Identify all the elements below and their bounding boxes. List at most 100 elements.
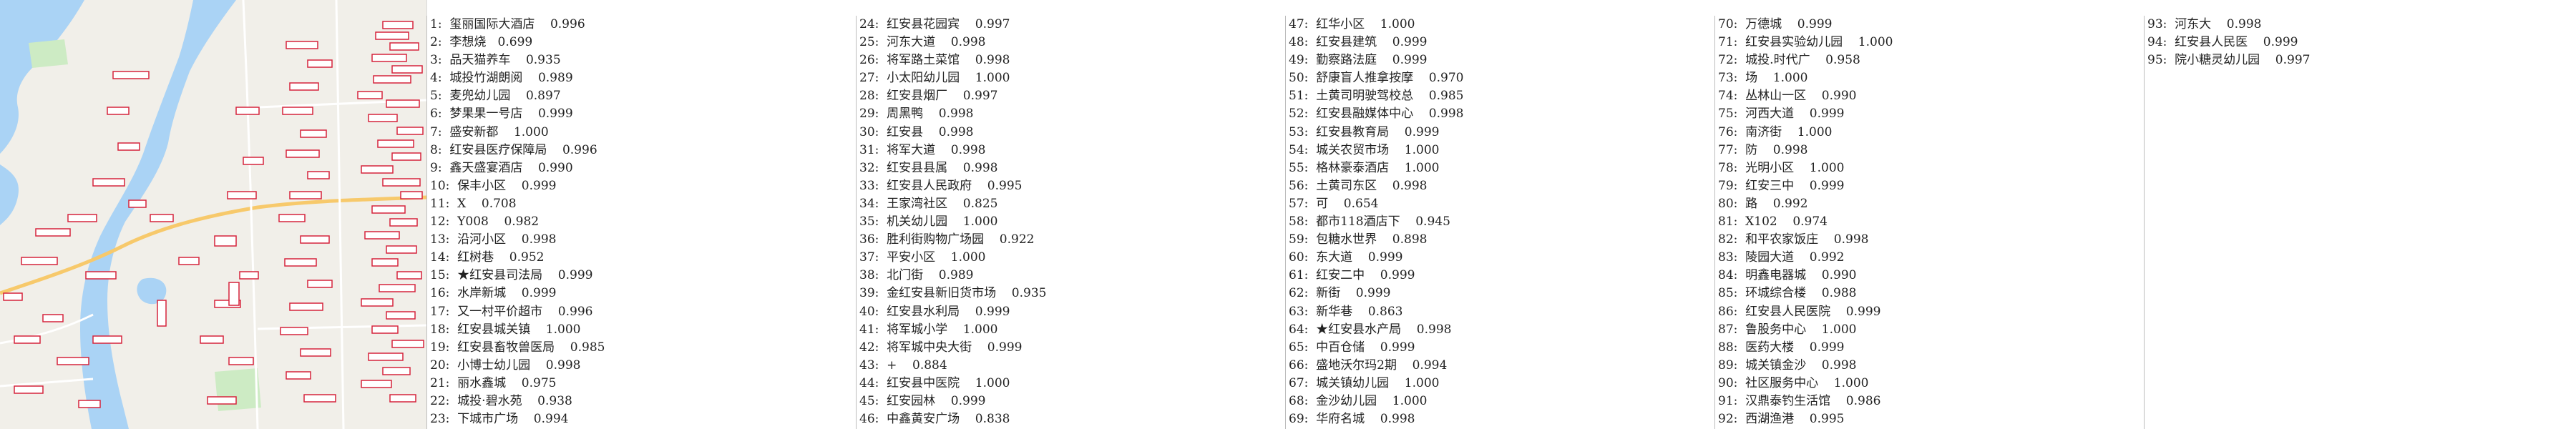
result-row: 90: 社区服务中心 1.000 <box>1718 375 1869 390</box>
result-row: 41: 将军城小学 1.000 <box>859 322 998 337</box>
result-row: 69: 华府名城 0.998 <box>1289 412 1415 427</box>
detection-box <box>386 311 416 320</box>
result-row: 13: 沿河小区 0.998 <box>430 232 557 247</box>
result-row: 45: 红安园林 0.999 <box>859 393 986 408</box>
result-row: 87: 鲁股务中心 1.000 <box>1718 322 1857 337</box>
result-row: 70: 万德城 0.999 <box>1718 17 1833 31</box>
detection-box <box>368 114 398 122</box>
detection-box <box>364 231 400 240</box>
result-row: 61: 红安二中 0.999 <box>1289 268 1415 283</box>
detection-box <box>35 228 71 237</box>
detection-box <box>21 257 58 265</box>
result-row: 78: 光明小区 1.000 <box>1718 160 1845 175</box>
result-row: 48: 红安县建筑 0.999 <box>1289 35 1428 50</box>
detection-box <box>85 271 117 280</box>
result-row: 58: 都市118酒店下 0.945 <box>1289 214 1450 230</box>
result-row: 20: 小博士幼儿园 0.998 <box>430 358 581 373</box>
detection-box <box>389 394 416 403</box>
result-row: 34: 王家湾社区 0.825 <box>859 196 998 211</box>
result-row: 3: 品天猫养车 0.935 <box>430 53 561 68</box>
detection-box <box>371 258 399 267</box>
detection-box <box>389 218 418 227</box>
detection-box <box>361 298 394 307</box>
detection-box <box>377 139 414 148</box>
result-row: 21: 丽水鑫城 0.975 <box>430 375 557 390</box>
result-row: 19: 红安县畜牧兽医局 0.985 <box>430 340 605 355</box>
result-column-3: 47: 红华小区 1.000 48: 红安县建筑 0.999 49: 勤察路法庭… <box>1285 16 1712 429</box>
detection-box <box>379 284 416 292</box>
result-row: 12: Y008 0.982 <box>430 214 540 230</box>
detection-box <box>14 385 44 394</box>
detection-box <box>78 400 101 408</box>
detection-box <box>391 152 421 161</box>
result-row: 1: 玺丽国际大酒店 0.996 <box>430 17 585 31</box>
result-row: 28: 红安县烟厂 0.997 <box>859 89 998 104</box>
result-row: 7: 盛安新都 1.000 <box>430 124 549 139</box>
result-row: 23: 下城市广场 0.994 <box>430 412 569 427</box>
detection-box <box>150 214 174 222</box>
result-row: 8: 红安县医疗保障局 0.996 <box>430 142 597 157</box>
detection-box <box>303 394 336 403</box>
result-row: 6: 梦果果一号店 0.999 <box>430 107 573 122</box>
result-row: 42: 将军城中央大街 0.999 <box>859 340 1023 355</box>
detection-box <box>375 31 409 40</box>
detection-box <box>286 149 320 158</box>
result-row: 79: 红安三中 0.999 <box>1718 178 1845 193</box>
map-image <box>0 0 427 429</box>
result-row: 33: 红安县人民政府 0.995 <box>859 178 1023 193</box>
detection-box <box>286 371 311 380</box>
detection-box <box>307 280 333 288</box>
detection-box <box>373 75 411 84</box>
result-row: 9: 鑫天盛宴酒店 0.990 <box>430 160 573 175</box>
result-row: 77: 防 0.998 <box>1718 142 1808 157</box>
detection-box <box>371 54 407 62</box>
result-row: 16: 水岸新城 0.999 <box>430 286 557 301</box>
detection-box <box>307 171 330 179</box>
detection-box <box>107 107 130 115</box>
detection-box <box>300 235 330 244</box>
result-row: 66: 盛地沃尔玛2期 0.994 <box>1289 358 1448 373</box>
detection-box <box>382 178 421 187</box>
result-row: 35: 机关幼儿园 1.000 <box>859 214 998 230</box>
result-row: 93: 河东大 0.998 <box>2147 17 2262 31</box>
result-row: 72: 城投.时代广 0.958 <box>1718 53 1860 68</box>
detection-box <box>396 127 424 135</box>
result-row: 30: 红安县 0.998 <box>859 124 974 139</box>
detection-box <box>386 99 420 108</box>
result-row: 63: 新华巷 0.863 <box>1289 304 1403 319</box>
result-row: 53: 红安县教育局 0.999 <box>1289 124 1440 139</box>
result-row: 32: 红安县县属 0.998 <box>859 160 998 175</box>
result-row: 38: 北门街 0.989 <box>859 268 974 283</box>
result-row: 49: 勤察路法庭 0.999 <box>1289 53 1428 68</box>
detection-box <box>67 214 97 222</box>
detection-box <box>112 71 150 79</box>
detection-box <box>157 300 167 327</box>
result-row: 71: 红安县实验幼儿园 1.000 <box>1718 35 1893 50</box>
detection-box <box>382 367 411 375</box>
result-row: 24: 红安县花园宾 0.997 <box>859 17 1010 31</box>
result-row: 82: 和平农家饭庄 0.998 <box>1718 232 1869 247</box>
result-row: 25: 河东大道 0.998 <box>859 35 986 50</box>
detection-box <box>278 214 306 222</box>
result-row: 51: 土黄司明驶驾校总 0.985 <box>1289 89 1464 104</box>
detection-box <box>391 340 424 348</box>
result-column-2: 24: 红安县花园宾 0.997 25: 河东大道 0.998 26: 将军路土… <box>856 16 1282 429</box>
detection-box <box>361 380 392 388</box>
result-row: 52: 红安县融媒体中心 0.998 <box>1289 107 1464 122</box>
detection-box <box>14 335 41 344</box>
detection-box <box>386 245 417 254</box>
result-row: 54: 城关农贸市场 1.000 <box>1289 142 1440 157</box>
result-row: 46: 中鑫黄安广场 0.838 <box>859 412 1010 427</box>
detection-box <box>200 335 224 344</box>
result-row: 59: 包糖水世界 0.898 <box>1289 232 1428 247</box>
result-row: 64: ★红安县水产局 0.998 <box>1289 322 1452 337</box>
detection-box <box>382 21 414 29</box>
result-row: 67: 城关镇幼儿园 1.000 <box>1289 375 1440 390</box>
detection-box <box>289 302 323 311</box>
detection-box <box>361 165 394 174</box>
detection-box <box>239 271 259 280</box>
detection-box <box>391 65 423 74</box>
result-row: 39: 金红安县新旧货市场 0.935 <box>859 286 1047 301</box>
detection-box <box>280 327 308 335</box>
detection-box <box>92 335 122 344</box>
